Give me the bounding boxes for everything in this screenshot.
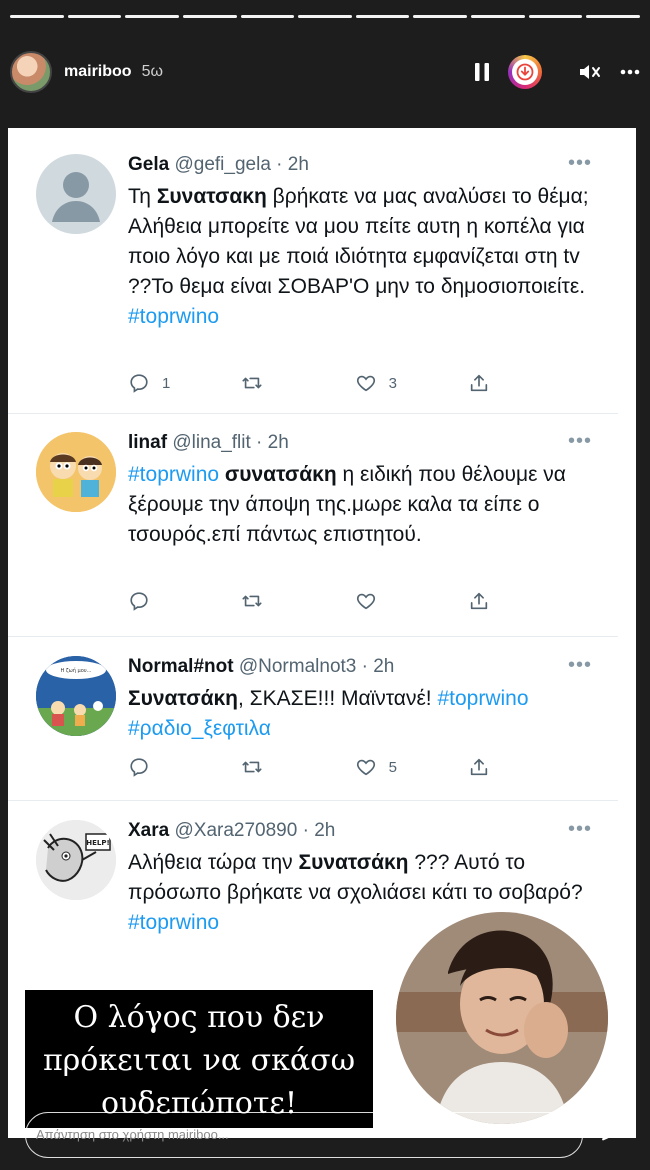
download-icon[interactable] [508, 55, 542, 89]
progress-segment [67, 15, 122, 18]
reply-placeholder: Απάντηση στο χρήστη mairiboo... [36, 1127, 229, 1142]
retweet-icon [242, 761, 262, 773]
hashtag-link[interactable]: #ραδιο_ξεφτιλα [128, 717, 271, 740]
mute-icon[interactable] [578, 62, 602, 82]
progress-segment [586, 15, 641, 18]
story-progress [10, 15, 641, 18]
retweet-button[interactable] [241, 756, 301, 778]
reply-icon [130, 374, 148, 393]
pause-icon[interactable] [474, 62, 490, 82]
tweet-handle[interactable]: @gefi_gela · 2h [174, 154, 308, 175]
progress-segment [298, 15, 352, 18]
reply-button[interactable] [128, 756, 188, 778]
avatar-text: HELP! [86, 839, 109, 847]
tweet-handle[interactable]: @lina_flit · 2h [172, 432, 288, 453]
divider [8, 800, 618, 801]
heart-icon [356, 375, 375, 392]
caption-line: πρόκειται να σκάσω [42, 1043, 356, 1078]
tweet-actions: 1 3 [128, 372, 528, 394]
tweet-actions [128, 590, 528, 612]
share-icon [470, 592, 488, 610]
story-username[interactable]: mairiboo [64, 63, 132, 81]
progress-segment [125, 15, 179, 18]
progress-segment [182, 15, 237, 18]
retweet-icon [242, 377, 262, 389]
tweet-text: Τη Συνατσακη βρήκατε να μας αναλύσει το … [128, 185, 589, 328]
avatar-text: Η ζωή μου... [61, 667, 92, 674]
tweet-author[interactable]: Xara [128, 820, 169, 841]
more-icon[interactable]: ••• [568, 818, 592, 841]
heart-icon [356, 759, 375, 776]
story-caption: Ο λόγος που δεν πρόκειται να σκάσω ουδεπ… [25, 990, 373, 1128]
progress-segment [413, 15, 468, 18]
more-icon[interactable]: ••• [568, 654, 592, 677]
more-icon[interactable]: ••• [568, 430, 592, 453]
reply-input[interactable]: Απάντηση στο χρήστη mairiboo... [25, 1112, 583, 1158]
tweet-handle[interactable]: @Normalnot3 · 2h [239, 656, 395, 677]
cartoon-avatar: Η ζωή μου... [36, 656, 116, 736]
share-icon [470, 758, 488, 776]
reply-icon [130, 592, 148, 611]
default-avatar [36, 154, 116, 234]
hashtag-link[interactable]: #toprwino [437, 687, 528, 710]
share-icon [470, 374, 488, 392]
like-button[interactable]: 3 [355, 372, 415, 394]
story-avatar[interactable] [10, 51, 52, 93]
retweet-button[interactable] [241, 372, 301, 394]
reply-icon [130, 758, 148, 777]
progress-segment [240, 15, 295, 18]
tweet-author[interactable]: linaf [128, 432, 167, 453]
caption-line: Ο λόγος που δεν [73, 1000, 325, 1035]
reply-button[interactable] [128, 590, 188, 612]
reply-button[interactable]: 1 [128, 372, 188, 394]
like-button[interactable] [355, 590, 415, 612]
cartoon-avatar: HELP! [36, 820, 116, 900]
retweet-icon [242, 595, 262, 607]
face-photo-sticker [396, 912, 608, 1124]
hashtag-link[interactable]: #toprwino [128, 305, 219, 328]
cartoon-avatar [36, 432, 116, 512]
progress-segment [10, 15, 64, 18]
share-button[interactable] [468, 756, 528, 778]
hashtag-link[interactable]: #toprwino [128, 463, 219, 486]
retweet-button[interactable] [241, 590, 301, 612]
progress-segment [355, 15, 410, 18]
send-icon[interactable] [600, 1118, 626, 1149]
tweet-text: #toprwino συνατσάκη η ειδική που θέλουμε… [128, 463, 566, 546]
story-header: mairiboo 5ω [10, 50, 640, 94]
hashtag-link[interactable]: #toprwino [128, 911, 219, 934]
more-icon[interactable] [620, 69, 640, 75]
heart-icon [356, 593, 375, 610]
tweet-actions: 5 [128, 756, 528, 778]
divider [8, 413, 618, 414]
story-time: 5ω [141, 63, 163, 80]
tweet-author[interactable]: Gela [128, 154, 169, 175]
progress-segment [528, 15, 583, 18]
tweet-author[interactable]: Normal#not [128, 656, 234, 677]
tweet-handle[interactable]: @Xara270890 · 2h [174, 820, 335, 841]
divider [8, 636, 618, 637]
tweet-text: Συνατσάκη, ΣΚΑΣΕ!!! Μαϊντανέ! #toprwino #… [128, 687, 529, 740]
progress-segment [471, 15, 525, 18]
share-button[interactable] [468, 590, 528, 612]
like-button[interactable]: 5 [355, 756, 415, 778]
share-button[interactable] [468, 372, 528, 394]
more-icon[interactable]: ••• [568, 152, 592, 175]
